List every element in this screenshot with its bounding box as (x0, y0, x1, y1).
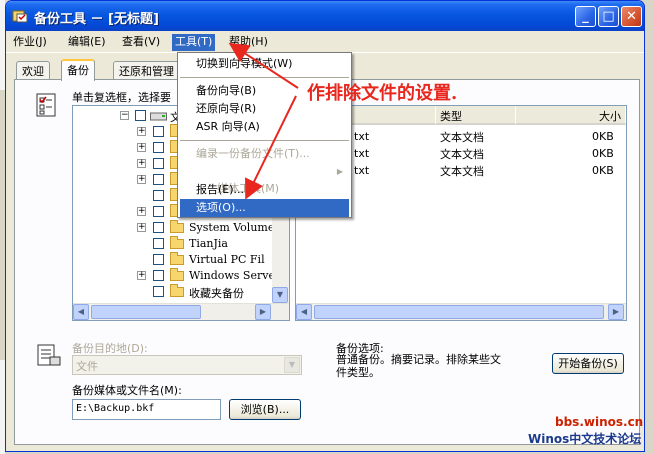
tree-label: 收藏夹备份 (189, 287, 244, 300)
tree-checkbox[interactable] (153, 158, 164, 169)
folder-icon (170, 252, 184, 265)
menu-item-media-tools[interactable]: 媒体工具(M) ▶ (180, 163, 349, 195)
folder-icon (170, 268, 184, 281)
annotation-text: 作排除文件的设置. (307, 83, 458, 104)
tree-checkbox[interactable] (153, 222, 164, 233)
tree-checkbox[interactable] (153, 174, 164, 185)
minimize-button[interactable]: _ (575, 6, 596, 27)
tab-backup[interactable]: 备份 (61, 59, 95, 81)
file-type: 文本文档 (440, 165, 484, 178)
scroll-right-icon[interactable]: ▶ (608, 304, 624, 320)
file-name[interactable]: txt (354, 130, 369, 143)
tree-label: Windows Server (189, 269, 281, 282)
file-type: 文本文档 (440, 148, 484, 161)
watermark-forum: Winos中文技术论坛 (528, 432, 642, 446)
tab-welcome[interactable]: 欢迎 (16, 61, 50, 80)
tree-checkbox[interactable] (153, 270, 164, 281)
menu-separator (180, 77, 349, 78)
column-header-type[interactable]: 类型 (436, 106, 516, 125)
tree-checkbox[interactable] (135, 110, 146, 121)
tree-row[interactable]: Virtual PC Fil (73, 252, 289, 268)
tree-row[interactable]: TianJia (73, 236, 289, 252)
expand-icon[interactable]: + (137, 175, 146, 184)
chevron-down-icon: ▼ (284, 357, 300, 373)
file-size: 0KB (592, 147, 614, 160)
expand-icon[interactable]: + (137, 143, 146, 152)
scroll-left-icon[interactable]: ◀ (296, 304, 312, 320)
tab-restore-manage[interactable]: 还原和管理 (113, 61, 180, 80)
folder-icon (170, 284, 184, 297)
menu-bar: 作业(J) 编辑(E) 查看(V) 工具(T) 帮助(H) (6, 31, 644, 53)
tree-label: TianJia (189, 237, 228, 250)
tree-checkbox[interactable] (153, 286, 164, 297)
tree-checkbox[interactable] (153, 142, 164, 153)
tree-checkbox[interactable] (153, 238, 164, 249)
column-header-size[interactable]: 大小 (516, 106, 626, 125)
submenu-arrow-icon: ▶ (336, 167, 343, 176)
expand-icon[interactable]: + (137, 223, 146, 232)
destination-value: 文件 (76, 360, 98, 373)
drive-icon (150, 112, 167, 121)
scroll-left-icon[interactable]: ◀ (73, 304, 89, 320)
file-name[interactable]: txt (354, 164, 369, 177)
tree-checkbox[interactable] (153, 254, 164, 265)
menu-view[interactable]: 查看(V) (119, 34, 163, 51)
files-horizontal-scrollbar[interactable]: ◀ ▶ (296, 303, 626, 320)
scroll-thumb[interactable] (314, 305, 604, 319)
maximize-icon: □ (602, 9, 615, 24)
menu-tools[interactable]: 工具(T) (172, 34, 216, 51)
tree-row[interactable]: + System Volume (73, 220, 289, 236)
file-size: 0KB (592, 164, 614, 177)
tree-label: Virtual PC Fil (189, 253, 265, 266)
minimize-icon: _ (582, 9, 589, 24)
backup-options-description: 普通备份。摘要记录。排除某些文件类型。 (336, 353, 501, 379)
tree-checkbox[interactable] (153, 206, 164, 217)
tree-checkbox[interactable] (153, 126, 164, 137)
menu-item-report[interactable]: 报告(E)... (180, 181, 349, 199)
tree-row[interactable]: 收藏夹备份 (73, 284, 289, 300)
destination-select: 文件 ▼ (72, 355, 302, 375)
close-icon: ✕ (626, 9, 637, 24)
scroll-right-icon[interactable]: ▶ (255, 304, 271, 320)
expand-icon[interactable]: + (137, 127, 146, 136)
tree-checkbox[interactable] (153, 190, 164, 201)
tree-row[interactable]: + Windows Server (73, 268, 289, 284)
start-backup-button[interactable]: 开始备份(S) (552, 353, 624, 374)
menu-item-asr-wizard[interactable]: ASR 向导(A) (180, 118, 349, 136)
tree-horizontal-scrollbar[interactable]: ◀ ▶ (73, 303, 289, 320)
folder-icon (170, 220, 184, 233)
backup-app-icon (12, 10, 28, 23)
menu-separator (180, 140, 349, 141)
menu-edit[interactable]: 编辑(E) (65, 34, 109, 51)
window-title: 备份工具 － [无标题] (34, 12, 159, 27)
menu-item-switch-wizard[interactable]: 切换到向导模式(W) (180, 55, 349, 73)
menu-item-options[interactable]: 选项(O)... (180, 199, 349, 217)
destination-icon (37, 344, 61, 366)
file-size: 0KB (592, 130, 614, 143)
media-filename-value[interactable]: E:\Backup.bkf (76, 403, 154, 414)
menu-item-catalog[interactable]: 编录一份备份文件(T)... (180, 145, 349, 163)
checklist-icon (36, 93, 56, 117)
file-type: 文本文档 (440, 131, 484, 144)
title-bar[interactable]: 备份工具 － [无标题] _ □ ✕ (6, 1, 644, 31)
scroll-thumb[interactable] (91, 305, 201, 319)
file-name[interactable]: txt (354, 147, 369, 160)
watermark-url: bbs.winos.cn (555, 415, 644, 429)
tools-dropdown-menu: 切换到向导模式(W) 备份向导(B) 还原向导(R) ASR 向导(A) 编录一… (177, 52, 352, 218)
collapse-icon[interactable]: − (120, 111, 129, 120)
folder-icon (170, 236, 184, 249)
backup-utility-window: 备份工具 － [无标题] _ □ ✕ 作业(J) 编辑(E) 查看(V) 工具(… (5, 0, 645, 452)
media-label: 备份媒体或文件名(M): (72, 384, 182, 397)
expand-icon[interactable]: + (137, 159, 146, 168)
close-button[interactable]: ✕ (621, 6, 642, 27)
menu-help[interactable]: 帮助(H) (226, 34, 271, 51)
expand-icon[interactable]: + (137, 207, 146, 216)
expand-icon[interactable]: + (137, 271, 146, 280)
scroll-down-icon[interactable]: ▼ (272, 287, 288, 303)
destination-label: 备份目的地(D): (72, 342, 148, 355)
menu-job[interactable]: 作业(J) (10, 34, 50, 51)
browse-button[interactable]: 浏览(B)... (229, 399, 301, 420)
media-filename-input[interactable]: E:\Backup.bkf (72, 399, 221, 420)
maximize-button[interactable]: □ (598, 6, 619, 27)
